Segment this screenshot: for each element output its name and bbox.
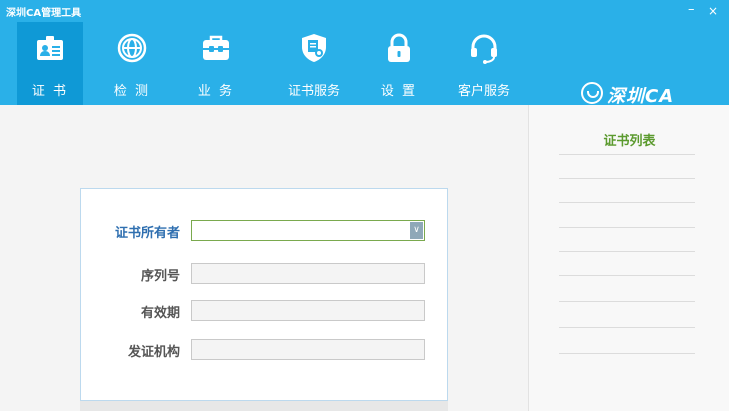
- serial-field[interactable]: [191, 263, 425, 284]
- cert-list-panel: 证书列表: [528, 105, 729, 411]
- nav-label-business: 业 务: [197, 84, 235, 99]
- nav-label-detect: 检 测: [113, 84, 151, 99]
- briefcase-icon: [203, 35, 229, 60]
- minimize-button[interactable]: –: [688, 2, 695, 18]
- cert-owner-select[interactable]: ∨: [191, 220, 425, 241]
- nav-label-cert-service: 证书服务: [287, 84, 340, 99]
- nav-tab-customer-service[interactable]: 客户服务: [451, 22, 517, 105]
- nav-label-cert: 证 书: [31, 84, 69, 99]
- lock-icon: [388, 33, 410, 62]
- nav-tab-business[interactable]: 业 务: [183, 22, 249, 105]
- list-divider: [559, 327, 695, 328]
- certificate-shield-icon: [302, 34, 326, 62]
- list-divider: [559, 353, 695, 354]
- chevron-down-icon[interactable]: ∨: [410, 222, 423, 239]
- validity-field[interactable]: [191, 300, 425, 321]
- nav-tab-settings[interactable]: 设 置: [366, 22, 432, 105]
- validity-label: 有效期: [140, 306, 180, 321]
- card-shadow: [80, 401, 448, 411]
- list-divider: [559, 202, 695, 203]
- id-card-icon: [37, 36, 63, 60]
- title-bar: 深圳CA管理工具 – ×: [0, 0, 729, 22]
- list-divider: [559, 275, 695, 276]
- globe-icon: [117, 33, 147, 63]
- issuer-label: 发证机构: [127, 345, 180, 360]
- list-divider: [559, 178, 695, 179]
- main-toolbar: 证 书 检 测 业 务 证书服务 设 置 客户服务 深圳CA: [0, 22, 729, 107]
- owner-label: 证书所有者: [114, 226, 180, 241]
- serial-label: 序列号: [140, 269, 180, 284]
- list-divider: [559, 301, 695, 302]
- close-button[interactable]: ×: [708, 3, 718, 19]
- headset-icon: [471, 34, 497, 64]
- issuer-field[interactable]: [191, 339, 425, 360]
- szca-logo-icon: [581, 82, 603, 104]
- cert-list-title: 证书列表: [603, 134, 656, 149]
- app-title: 深圳CA管理工具: [6, 8, 82, 19]
- nav-tab-detect[interactable]: 检 测: [99, 22, 165, 105]
- nav-label-settings: 设 置: [380, 84, 418, 99]
- list-divider: [559, 154, 695, 155]
- nav-tab-cert-service[interactable]: 证书服务: [281, 22, 347, 105]
- list-divider: [559, 251, 695, 252]
- list-divider: [559, 227, 695, 228]
- nav-label-customer-service: 客户服务: [457, 84, 510, 99]
- nav-tab-cert[interactable]: 证 书: [17, 22, 83, 105]
